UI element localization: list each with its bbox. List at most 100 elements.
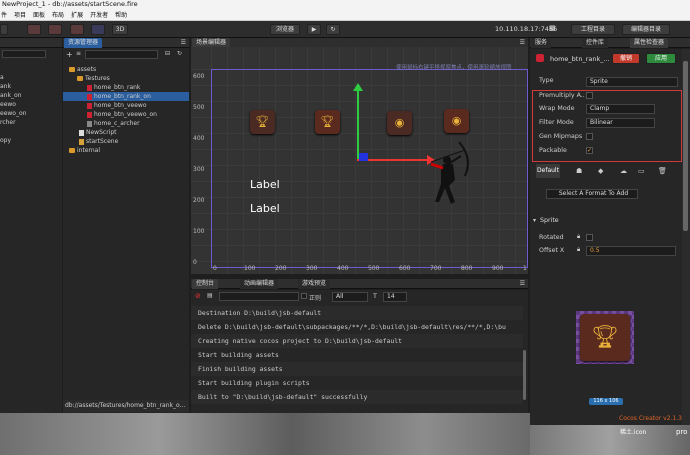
- scale-tool-icon[interactable]: [27, 24, 41, 35]
- expand-arrow-icon[interactable]: ▾: [533, 217, 536, 224]
- trash-icon[interactable]: 🗑︎: [658, 167, 667, 175]
- texture-icon: [87, 102, 92, 109]
- inspector-scrollbar[interactable]: [682, 49, 690, 425]
- tab-console[interactable]: 控制台: [192, 279, 219, 289]
- asset-folder-item[interactable]: internal: [63, 146, 189, 155]
- node-item[interactable]: a: [0, 73, 62, 82]
- android-icon[interactable]: ☗: [576, 167, 582, 175]
- move-tool-button[interactable]: [0, 24, 8, 35]
- mode-3d-button[interactable]: 3D: [112, 24, 128, 35]
- refresh-assets-icon[interactable]: ↻: [177, 50, 182, 57]
- console-scrollbar[interactable]: [523, 350, 526, 400]
- menu-file[interactable]: 件: [1, 10, 7, 19]
- rotated-label: Rotated: [539, 234, 564, 241]
- regex-checkbox[interactable]: [301, 293, 307, 299]
- web-icon[interactable]: ▭: [638, 167, 645, 175]
- editor-folder-button[interactable]: 编辑器目录: [622, 24, 670, 35]
- add-asset-icon[interactable]: +: [66, 50, 73, 59]
- panel-menu-icon[interactable]: ☰: [520, 280, 525, 287]
- font-size-select[interactable]: 14: [383, 292, 407, 302]
- gen-mipmaps-checkbox[interactable]: [586, 133, 593, 140]
- y-axis-gizmo[interactable]: [357, 87, 359, 160]
- add-format-select[interactable]: Select A Format To Add: [546, 189, 638, 199]
- assets-tab-header: 资源管理器 ☰: [63, 38, 189, 48]
- texture-size-badge: 116 x 106: [589, 398, 623, 405]
- panel-menu-icon[interactable]: ☰: [520, 39, 525, 46]
- asset-file-item[interactable]: home_c_archer: [63, 119, 189, 128]
- menu-help[interactable]: 帮助: [115, 10, 127, 19]
- rank-on-button-sprite[interactable]: 🏆︎: [315, 110, 340, 134]
- archer-sprite[interactable]: [425, 140, 473, 208]
- tab-game-preview[interactable]: 游戏预览: [298, 279, 331, 289]
- move-gizmo-handle[interactable]: [359, 153, 368, 161]
- apply-button[interactable]: 应用: [646, 53, 676, 64]
- offset-x-input[interactable]: 0.5: [586, 246, 676, 256]
- asset-search-input[interactable]: [85, 50, 158, 59]
- gen-mipmaps-label: Gen Mipmaps: [539, 133, 583, 140]
- node-item[interactable]: eewo: [0, 100, 62, 109]
- asset-file-item[interactable]: home_btn_veewo: [63, 101, 189, 110]
- rect-tool-icon[interactable]: [48, 24, 62, 35]
- node-item[interactable]: ank: [0, 82, 62, 91]
- menu-extension[interactable]: 扩展: [71, 10, 83, 19]
- asset-folder-item[interactable]: Testures: [63, 74, 189, 83]
- preview-target-dropdown[interactable]: 浏览器: [270, 24, 300, 35]
- menu-developer[interactable]: 开发者: [90, 10, 108, 19]
- open-log-icon[interactable]: ▤: [207, 292, 213, 299]
- x-tick-label: 900: [492, 265, 504, 272]
- wechat-icon[interactable]: ☁: [620, 167, 627, 175]
- clear-console-icon[interactable]: ⊘: [195, 292, 201, 300]
- refresh-icon[interactable]: ↻: [326, 24, 340, 35]
- menu-project[interactable]: 项目: [14, 10, 26, 19]
- desktop-label: pro: [676, 428, 688, 436]
- anchor-tool-icon[interactable]: [91, 24, 105, 35]
- packable-checkbox[interactable]: ✓: [586, 147, 593, 154]
- node-item[interactable]: ank_on: [0, 91, 62, 100]
- tab-assets[interactable]: 资源管理器: [64, 38, 103, 48]
- asset-file-item[interactable]: home_btn_rank: [63, 83, 189, 92]
- ios-icon[interactable]: ◆: [598, 167, 603, 175]
- scene-viewport[interactable]: 使用鼠标右键平移视窗焦点，使用滚轮缩放视图 600 500 400 300 200 100…: [191, 47, 528, 274]
- trophy-icon: 🏆︎: [255, 115, 270, 128]
- tab-widget-library[interactable]: 控件库: [582, 38, 609, 48]
- qr-icon[interactable]: ▦: [549, 24, 556, 32]
- asset-file-item[interactable]: NewScript: [63, 128, 189, 137]
- tab-inspector[interactable]: 属性检查器: [630, 38, 669, 48]
- veewo-on-button-sprite[interactable]: ◉: [444, 109, 469, 133]
- tab-services[interactable]: 服务: [531, 38, 552, 48]
- type-select[interactable]: Sprite: [586, 77, 678, 87]
- filter-mode-select[interactable]: Bilinear: [586, 118, 655, 128]
- hierarchy-search-input[interactable]: [2, 50, 46, 58]
- wrap-mode-select[interactable]: Clamp: [586, 104, 655, 114]
- play-icon[interactable]: ▶: [307, 24, 321, 35]
- folder-icon: [69, 148, 75, 153]
- asset-file-item[interactable]: startScene: [63, 137, 189, 146]
- console-filter-input[interactable]: [219, 292, 299, 301]
- log-line: Creating native cocos project to D:\buil…: [191, 334, 523, 348]
- label-node[interactable]: Label: [250, 202, 280, 215]
- x-tick-label: 100: [244, 265, 256, 272]
- node-item[interactable]: opy: [0, 136, 62, 145]
- rotated-checkbox[interactable]: [586, 234, 593, 241]
- menu-layout[interactable]: 布局: [52, 10, 64, 19]
- panel-menu-icon[interactable]: ☰: [181, 39, 186, 46]
- revert-button[interactable]: 撤销: [612, 53, 640, 64]
- sort-icon[interactable]: ≡: [76, 50, 81, 57]
- collapse-icon[interactable]: ⊟: [165, 50, 170, 57]
- project-folder-button[interactable]: 工程目录: [571, 24, 615, 35]
- node-item[interactable]: rcher: [0, 118, 62, 127]
- label-node[interactable]: Label: [250, 178, 280, 191]
- rank-button-sprite[interactable]: 🏆︎: [250, 110, 275, 134]
- asset-folder-item[interactable]: assets: [63, 65, 189, 74]
- menu-panel[interactable]: 面板: [33, 10, 45, 19]
- asset-file-item-selected[interactable]: home_btn_rank_on: [63, 92, 189, 101]
- transform-tool-icon[interactable]: [70, 24, 84, 35]
- log-level-select[interactable]: All: [332, 292, 368, 302]
- node-item[interactable]: eewo_on: [0, 109, 62, 118]
- asset-file-item[interactable]: home_btn_veewo_on: [63, 110, 189, 119]
- tab-animation-editor[interactable]: 动画编辑器: [240, 279, 279, 289]
- premultiply-checkbox[interactable]: [586, 92, 593, 99]
- platform-default-tab[interactable]: Default: [536, 164, 560, 178]
- scrollbar-thumb[interactable]: [683, 61, 688, 231]
- veewo-button-sprite[interactable]: ◉: [387, 111, 412, 135]
